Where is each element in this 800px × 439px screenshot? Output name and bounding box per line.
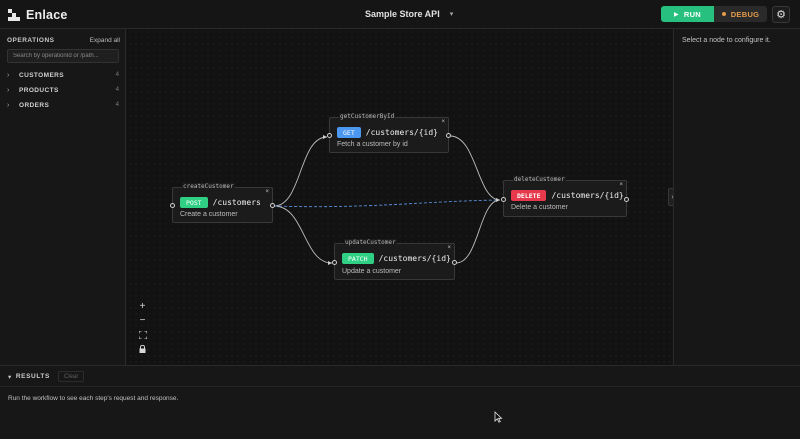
node-endpoint: DELETE /customers/{id} [511, 190, 624, 201]
tag-name: ORDERS [19, 101, 50, 109]
app-logo: Enlace [8, 8, 68, 22]
close-icon[interactable]: × [265, 189, 269, 195]
output-port[interactable] [446, 133, 451, 138]
method-badge: POST [180, 197, 208, 208]
play-icon: ▶ [673, 11, 679, 18]
fit-view-button[interactable] [136, 329, 149, 340]
node-path: /customers [212, 198, 261, 207]
chevron-right-icon: › [7, 86, 10, 94]
edge-create-to-delete-dashed[interactable] [273, 199, 501, 208]
output-port[interactable] [624, 197, 629, 202]
results-panel: ▾ RESULTS Clear Run the workflow to see … [0, 365, 800, 439]
output-port[interactable] [452, 260, 457, 265]
mouse-cursor-icon [494, 411, 503, 423]
method-badge: DELETE [511, 190, 547, 201]
zoom-in-button[interactable]: + [136, 301, 149, 312]
lock-button[interactable] [136, 343, 149, 354]
node-description: Delete a customer [511, 204, 568, 211]
node-path: /customers/{id} [551, 191, 624, 200]
node-endpoint: GET /customers/{id} [337, 127, 438, 138]
tag-name: CUSTOMERS [19, 71, 65, 79]
tag-group-products[interactable]: › PRODUCTS 4 [7, 84, 119, 96]
node-endpoint: POST /customers [180, 197, 261, 208]
node-operation-id: deleteCustomer [513, 176, 566, 183]
chevron-down-icon: ▾ [449, 11, 454, 18]
output-port[interactable] [270, 203, 275, 208]
enlace-logo-icon [8, 9, 20, 21]
results-empty-message: Run the workflow to see each step's requ… [8, 395, 179, 402]
clear-button[interactable]: Clear [58, 371, 85, 382]
chevron-right-icon: › [7, 71, 10, 79]
node-endpoint: PATCH /customers/{id} [342, 253, 451, 264]
node-operation-id: getCustomerById [339, 113, 396, 120]
debug-label: DEBUG [730, 9, 760, 19]
node-description: Fetch a customer by id [337, 141, 408, 148]
node-operation-id: updateCustomer [344, 239, 397, 246]
gear-icon: ⚙ [776, 9, 786, 21]
tag-group-customers[interactable]: › CUSTOMERS 4 [7, 69, 119, 81]
top-bar: Enlace Sample Store API ▾ ▶ RUN DEBUG ⚙ [0, 0, 800, 29]
settings-button[interactable]: ⚙ [772, 6, 790, 23]
config-hint: Select a node to configure it. [682, 37, 771, 44]
results-toggle[interactable]: ▾ RESULTS [8, 373, 50, 381]
zoom-out-button[interactable]: − [136, 315, 149, 326]
workflow-node-create-customer[interactable]: createCustomer × POST /customers Create … [170, 183, 275, 223]
workflow-node-update-customer[interactable]: updateCustomer × PATCH /customers/{id} U… [332, 239, 457, 280]
close-icon[interactable]: × [447, 245, 451, 251]
lock-icon [139, 344, 146, 353]
tag-count: 4 [115, 87, 119, 93]
results-title: RESULTS [15, 373, 50, 380]
config-panel: Select a node to configure it. [673, 29, 800, 365]
edge-create-to-get[interactable] [273, 136, 328, 207]
close-icon[interactable]: × [441, 119, 445, 125]
method-badge: GET [337, 127, 361, 138]
input-port[interactable] [327, 133, 332, 138]
input-port[interactable] [170, 203, 175, 208]
chevron-right-icon: › [7, 101, 10, 109]
api-selector[interactable]: Sample Store API ▾ [365, 9, 453, 19]
node-path: /customers/{id} [378, 254, 451, 263]
app-name: Enlace [26, 8, 68, 22]
workflow-node-delete-customer[interactable]: deleteCustomer × DELETE /customers/{id} … [501, 176, 629, 217]
operations-title: OPERATIONS [7, 37, 55, 44]
method-badge: PATCH [342, 253, 374, 264]
search-input[interactable] [7, 49, 119, 63]
debug-button[interactable]: DEBUG [714, 6, 767, 22]
input-port[interactable] [332, 260, 337, 265]
edge-update-to-delete[interactable] [455, 199, 501, 264]
input-port[interactable] [501, 197, 506, 202]
close-icon[interactable]: × [619, 182, 623, 188]
operations-sidebar: OPERATIONS Expand all › CUSTOMERS 4 › PR… [0, 29, 126, 365]
node-description: Update a customer [342, 268, 402, 275]
zoom-out-icon: − [139, 314, 146, 326]
dot-icon [721, 12, 726, 16]
tag-name: PRODUCTS [19, 86, 59, 94]
run-button[interactable]: ▶ RUN [661, 6, 714, 22]
arrowhead-icon [496, 198, 500, 202]
fit-view-icon [138, 330, 147, 339]
api-name: Sample Store API [365, 9, 440, 19]
node-description: Create a customer [180, 211, 238, 218]
edge-create-to-update[interactable] [273, 205, 333, 264]
node-path: /customers/{id} [365, 128, 438, 137]
results-header: ▾ RESULTS Clear [0, 366, 800, 387]
node-operation-id: createCustomer [182, 183, 235, 190]
workflow-node-get-customer-by-id[interactable]: getCustomerById × GET /customers/{id} Fe… [327, 113, 451, 153]
run-label: RUN [683, 9, 702, 19]
chevron-down-icon: ▾ [8, 374, 12, 381]
canvas-controls: + − [136, 301, 149, 354]
tag-group-orders[interactable]: › ORDERS 4 [7, 99, 119, 111]
edge-get-to-delete[interactable] [449, 135, 501, 201]
tag-count: 4 [115, 102, 119, 108]
run-debug-group: ▶ RUN DEBUG [661, 6, 767, 22]
tag-count: 4 [115, 72, 119, 78]
workflow-canvas[interactable]: createCustomer × POST /customers Create … [127, 29, 672, 365]
expand-all-link[interactable]: Expand all [90, 37, 120, 44]
zoom-in-icon: + [139, 300, 146, 312]
operations-header: OPERATIONS Expand all [7, 37, 120, 44]
